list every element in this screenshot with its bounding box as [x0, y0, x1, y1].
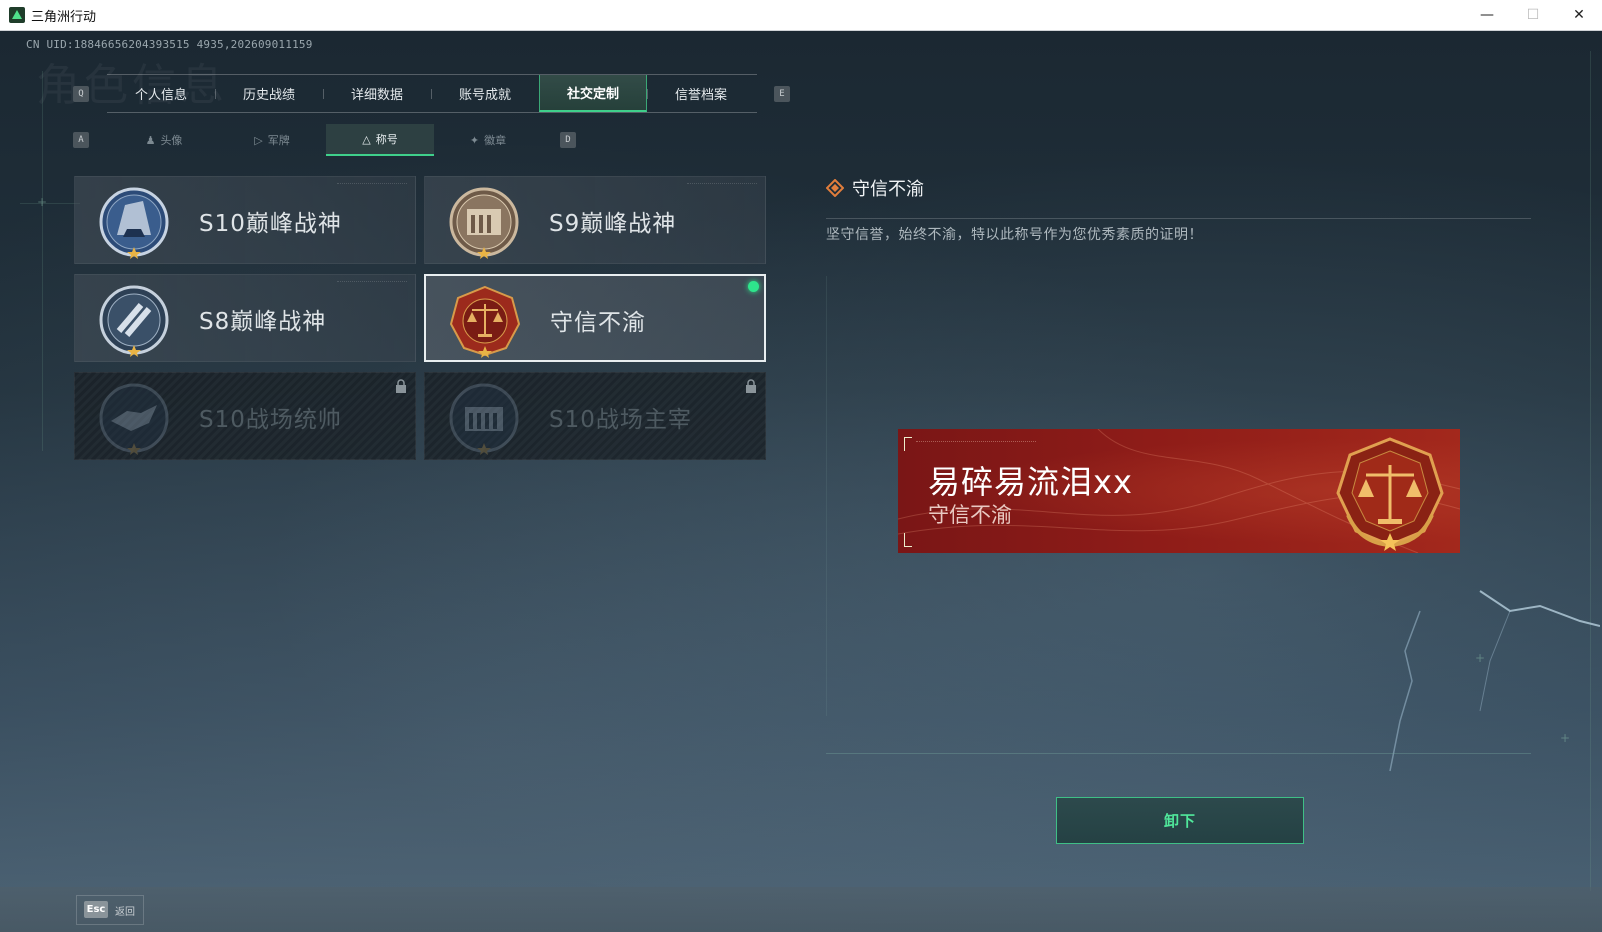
title-card-selected[interactable]: 守信不渝 — [424, 274, 766, 362]
subtab-label: 徽章 — [484, 134, 507, 147]
banner-bracket — [904, 533, 912, 547]
tab-detailed-data[interactable]: 详细数据 — [323, 75, 431, 112]
diamond-icon — [826, 179, 844, 197]
subtab-label: 军牌 — [267, 134, 290, 147]
card-deco — [337, 281, 407, 284]
s10-dominator-badge-icon — [449, 383, 519, 455]
window-titlebar: 三角洲行动 — ☐ ✕ — [0, 0, 1602, 31]
card-deco — [687, 183, 757, 186]
window-controls: — ☐ ✕ — [1464, 0, 1602, 30]
person-icon: ♟ — [145, 133, 156, 147]
tab-next-key[interactable]: E — [774, 86, 790, 102]
s10-peak-badge-icon — [99, 187, 169, 259]
window-title: 三角洲行动 — [31, 9, 97, 25]
title-card[interactable]: S10巅峰战神 — [74, 176, 416, 264]
tab-social-custom[interactable]: 社交定制 — [539, 75, 647, 112]
maximize-button[interactable]: ☐ — [1510, 0, 1556, 30]
scales-emblem-icon — [1336, 437, 1444, 551]
banner-player-name: 易碎易流泪xx — [928, 463, 1133, 501]
tab-reputation[interactable]: 信誉档案 — [647, 75, 755, 112]
crosshair-icon: + — [37, 195, 48, 209]
equipped-indicator — [748, 281, 759, 292]
subtab-title[interactable]: △ 称号 — [326, 124, 434, 156]
banner-bracket — [904, 437, 912, 451]
deco-line — [826, 276, 827, 716]
title-label: S8巅峰战神 — [199, 309, 327, 335]
detail-description: 坚守信誉，始终不渝，特以此称号作为您优秀素质的证明！ — [826, 227, 1203, 243]
title-label: 守信不渝 — [550, 310, 646, 336]
sub-tabs: ♟ 头像 ▷ 军牌 △ 称号 ✦ 徽章 — [110, 124, 542, 156]
close-button[interactable]: ✕ — [1556, 0, 1602, 30]
s9-peak-badge-icon — [449, 187, 519, 259]
footer-bar: Esc 返回 — [0, 887, 1602, 932]
subtab-avatar[interactable]: ♟ 头像 — [110, 124, 218, 156]
divider — [826, 753, 1531, 754]
deco-line — [20, 203, 80, 204]
detail-title: 守信不渝 — [852, 179, 924, 200]
title-banner-preview: 易碎易流泪xx 守信不渝 — [898, 429, 1460, 553]
lock-icon — [396, 379, 406, 393]
tab-prev-key[interactable]: Q — [73, 86, 89, 102]
card-deco — [337, 183, 407, 186]
lock-icon — [746, 379, 756, 393]
title-label: S10战场统帅 — [199, 407, 342, 433]
s10-commander-badge-icon — [99, 383, 169, 455]
subtab-badge[interactable]: ✦ 徽章 — [434, 124, 542, 156]
title-card[interactable]: S8巅峰战神 — [74, 274, 416, 362]
title-card-locked[interactable]: S10战场主宰 — [424, 372, 766, 460]
title-icon: △ — [362, 132, 371, 146]
esc-key-hint: Esc — [84, 901, 108, 918]
unequip-button[interactable]: 卸下 — [1056, 797, 1304, 844]
title-card-locked[interactable]: S10战场统帅 — [74, 372, 416, 460]
deco-line — [42, 71, 43, 451]
subtab-next-key[interactable]: D — [560, 132, 576, 148]
s8-peak-badge-icon — [99, 285, 169, 357]
tab-personal-info[interactable]: 个人信息 — [107, 75, 215, 112]
title-label: S9巅峰战神 — [549, 211, 677, 237]
title-card[interactable]: S9巅峰战神 — [424, 176, 766, 264]
banner-title: 守信不渝 — [928, 503, 1012, 527]
app-logo-icon — [9, 7, 25, 23]
minimize-button[interactable]: — — [1464, 0, 1510, 30]
subtab-prev-key[interactable]: A — [73, 132, 89, 148]
divider — [826, 218, 1531, 219]
tab-achievements[interactable]: 账号成就 — [431, 75, 539, 112]
dogtag-icon: ▷ — [254, 133, 263, 147]
title-label: S10巅峰战神 — [199, 211, 342, 237]
detail-header: 守信不渝 — [826, 175, 924, 201]
scales-badge-icon — [449, 285, 521, 358]
game-viewport: + + + CN UID:18846656204393515 4935,2026… — [0, 31, 1602, 932]
subtab-label: 称号 — [375, 133, 398, 146]
lightning-decoration — [1389, 590, 1600, 772]
title-label: S10战场主宰 — [549, 407, 692, 433]
badge-icon: ✦ — [469, 133, 480, 147]
subtab-label: 头像 — [160, 134, 183, 147]
back-label: 返回 — [115, 907, 135, 918]
main-tabs: 个人信息 历史战绩 详细数据 账号成就 社交定制 信誉档案 — [107, 74, 757, 113]
tab-history[interactable]: 历史战绩 — [215, 75, 323, 112]
subtab-dogtag[interactable]: ▷ 军牌 — [218, 124, 326, 156]
banner-deco — [916, 441, 1036, 442]
